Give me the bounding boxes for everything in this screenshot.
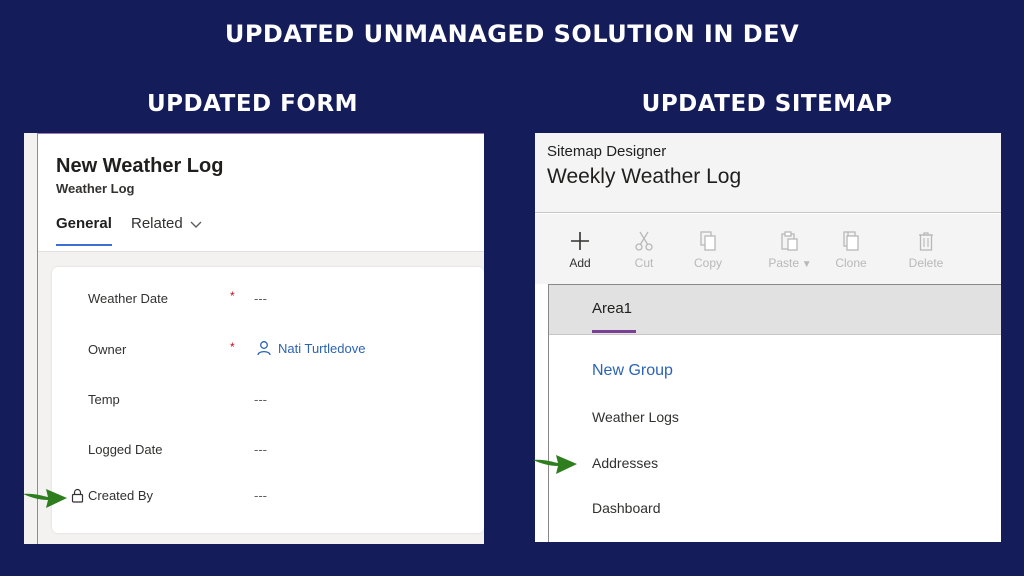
field-label: Temp	[88, 392, 120, 407]
copy-label: Copy	[693, 256, 722, 270]
area-container: Area1 New Group Weather Logs Addresses D…	[548, 284, 1001, 542]
delete-button[interactable]: Delete	[896, 230, 956, 270]
form-section-heading: UPDATED FORM	[146, 91, 358, 117]
subarea-item[interactable]: Weather Logs	[592, 409, 679, 425]
field-temp[interactable]: Temp ---	[52, 390, 484, 414]
field-weather-date[interactable]: Weather Date * ---	[52, 289, 484, 313]
subarea-item[interactable]: Addresses	[592, 455, 658, 471]
green-arrow-icon	[533, 455, 577, 474]
form-section-card: Weather Date * --- Owner * Nati Turtledo…	[52, 267, 484, 533]
sitemap-name: Weekly Weather Log	[547, 165, 742, 188]
area-tab-bar: Area1	[549, 285, 1001, 335]
copy-button[interactable]: Copy	[678, 230, 738, 270]
sitemap-toolbar: Add Cut Copy Paste ▼ Clone Delete	[535, 214, 1001, 284]
field-label: Weather Date	[88, 291, 168, 306]
person-icon	[257, 341, 271, 356]
cut-button[interactable]: Cut	[614, 230, 674, 270]
tab-related-label: Related	[131, 215, 183, 232]
form-header: New Weather Log Weather Log General Rela…	[38, 134, 484, 252]
owner-name-link[interactable]: Nati Turtledove	[278, 341, 365, 356]
paste-button[interactable]: Paste ▼	[754, 230, 826, 270]
field-owner[interactable]: Owner * Nati Turtledove	[52, 340, 484, 364]
field-created-by[interactable]: Created By ---	[52, 486, 484, 510]
clone-button[interactable]: Clone	[821, 230, 881, 270]
trash-icon	[919, 232, 933, 251]
tab-selected-indicator	[56, 244, 112, 246]
subarea-item[interactable]: Dashboard	[592, 500, 661, 516]
lock-icon	[71, 488, 84, 503]
area-tab[interactable]: Area1	[592, 300, 632, 317]
field-label: Owner	[88, 342, 127, 357]
sitemap-section-heading: UPDATED SITEMAP	[641, 91, 893, 117]
tab-related[interactable]: Related	[131, 215, 203, 232]
cut-label: Cut	[634, 256, 654, 270]
paste-label: Paste	[768, 256, 799, 270]
group-item[interactable]: New Group	[592, 362, 673, 380]
designer-label: Sitemap Designer	[547, 143, 667, 160]
banner-title: UPDATED UNMANAGED SOLUTION IN DEV	[224, 20, 800, 48]
owner-lookup[interactable]: Nati Turtledove	[256, 340, 365, 356]
delete-label: Delete	[908, 256, 944, 270]
field-value: ---	[254, 488, 267, 503]
add-button[interactable]: Add	[550, 230, 610, 270]
field-value[interactable]: ---	[254, 291, 267, 306]
scissors-icon	[635, 231, 653, 251]
area-selected-indicator	[592, 330, 636, 333]
clone-label: Clone	[835, 256, 867, 270]
sitemap-header: Sitemap Designer Weekly Weather Log	[535, 133, 1001, 213]
clone-icon	[843, 231, 859, 251]
green-arrow-icon	[23, 489, 67, 508]
form-screenshot: New Weather Log Weather Log General Rela…	[24, 133, 484, 544]
tab-general[interactable]: General	[56, 215, 112, 232]
record-title: New Weather Log	[56, 155, 224, 177]
required-marker: *	[230, 289, 235, 303]
required-marker: *	[230, 340, 235, 354]
paste-icon	[781, 231, 798, 251]
paste-dropdown-icon: ▼	[799, 259, 812, 270]
field-value[interactable]: ---	[254, 392, 267, 407]
plus-icon	[571, 232, 589, 250]
entity-name: Weather Log	[56, 181, 135, 196]
add-label: Add	[569, 256, 591, 270]
sitemap-screenshot: Sitemap Designer Weekly Weather Log Add …	[535, 133, 1001, 542]
field-label: Logged Date	[88, 442, 163, 457]
field-logged-date[interactable]: Logged Date ---	[52, 440, 484, 464]
copy-icon	[700, 231, 716, 251]
field-value[interactable]: ---	[254, 442, 267, 457]
chevron-down-icon	[190, 221, 202, 228]
field-label: Created By	[88, 488, 154, 503]
